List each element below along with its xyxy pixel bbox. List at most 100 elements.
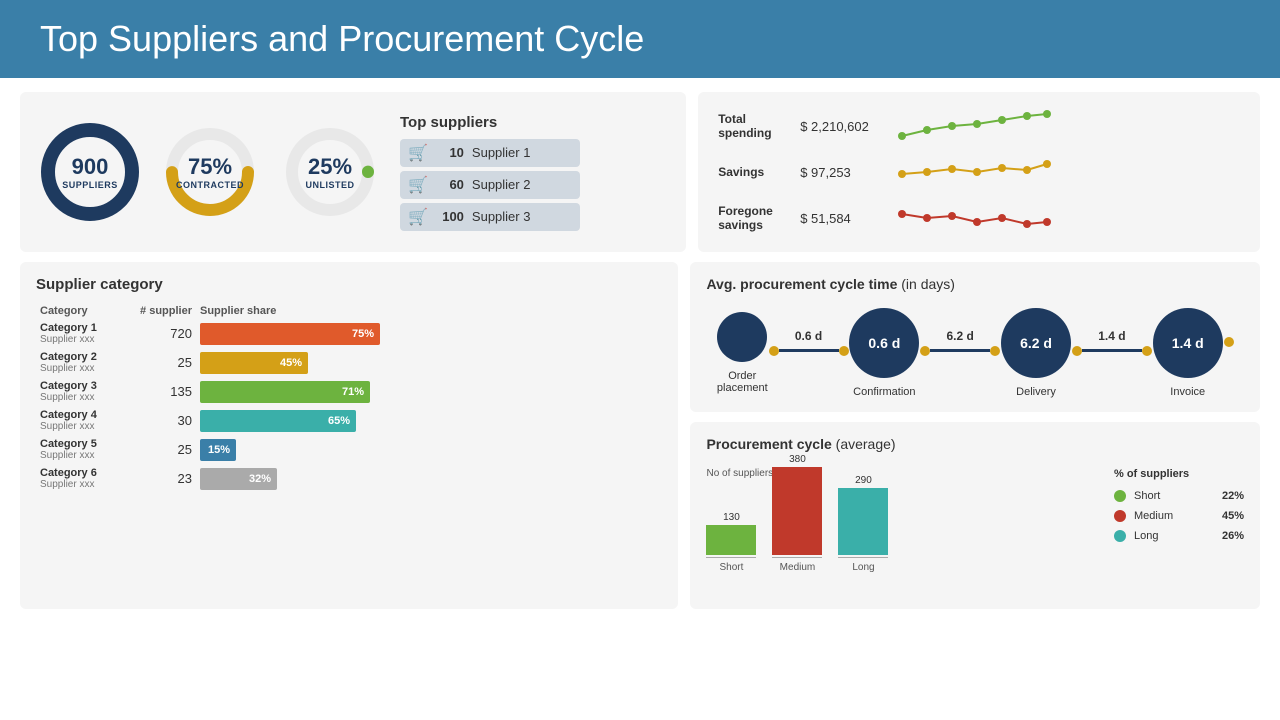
dur-3-val: 1.4 d	[1098, 329, 1125, 343]
legend-item-short: Short 22%	[1114, 490, 1244, 502]
spending-value-total: $ 2,210,602	[800, 119, 880, 134]
bar: 32%	[200, 468, 277, 490]
cat-bar-cell: 75%	[196, 319, 662, 348]
cat-sub: Supplier xxx	[40, 479, 132, 490]
spending-row-savings: Savings $ 97,253	[718, 154, 1240, 190]
cycle-step-delivery: 6.2 d Delivery	[1001, 308, 1071, 398]
cycle-node-order	[717, 312, 767, 362]
top-suppliers-title: Top suppliers	[400, 114, 580, 131]
cart-icon-2: 🛒	[408, 175, 428, 195]
connector-1: 0.6 d	[769, 329, 849, 356]
vbar-short: 130 Short	[706, 512, 756, 573]
cat-name: Category 5	[40, 438, 132, 450]
vbar-medium-axis	[772, 557, 822, 558]
spending-label-foregone: Foregonesavings	[718, 204, 788, 232]
vbar-long-bar	[838, 488, 888, 555]
vbar-long-val: 290	[855, 475, 872, 486]
vbar-long-axis	[838, 557, 888, 558]
spending-value-foregone: $ 51,584	[800, 211, 880, 226]
proc-cycle-title: Avg. procurement cycle time (in days)	[706, 276, 1244, 292]
cat-name-cell: Category 1 Supplier xxx	[36, 319, 136, 348]
cat-sub: Supplier xxx	[40, 334, 132, 345]
cat-num-cell: 25	[136, 435, 196, 464]
bottom-row: Supplier category Category # supplier Su…	[20, 262, 1260, 609]
axis-label: No of suppliers	[706, 468, 1098, 479]
proc-cycle-title-bold: Avg. procurement cycle time	[706, 276, 897, 292]
legend-title: % of suppliers	[1114, 468, 1244, 480]
category-row: Category 6 Supplier xxx 23 32%	[36, 464, 662, 493]
contracted-value: 75%	[176, 154, 244, 180]
cat-bar-cell: 65%	[196, 406, 662, 435]
legend-pct-long: 26%	[1222, 530, 1244, 542]
bar-chart-area: No of suppliers 130 Short 380	[706, 468, 1098, 595]
cart-icon-1: 🛒	[408, 143, 428, 163]
donut-contracted: 75% CONTRACTED	[160, 122, 260, 222]
cat-sub: Supplier xxx	[40, 392, 132, 403]
category-row: Category 1 Supplier xxx 720 75%	[36, 319, 662, 348]
supplier-row-1: 🛒 10 Supplier 1	[400, 139, 580, 167]
cat-name: Category 2	[40, 351, 132, 363]
bar: 71%	[200, 381, 370, 403]
col-supplier-num: # supplier	[136, 303, 196, 319]
vbar-long: 290 Long	[838, 475, 888, 573]
legend-pct-short: 22%	[1222, 490, 1244, 502]
cat-name: Category 1	[40, 322, 132, 334]
cat-name-cell: Category 3 Supplier xxx	[36, 377, 136, 406]
legend-text-short: Short	[1134, 490, 1214, 502]
cat-sub: Supplier xxx	[40, 363, 132, 374]
donut-unlisted: 25% UNLISTED	[280, 122, 380, 222]
legend-pct-medium: 45%	[1222, 510, 1244, 522]
bar-wrap: 65%	[200, 410, 658, 432]
proc-avg-content: No of suppliers 130 Short 380	[706, 468, 1244, 595]
cat-name-cell: Category 6 Supplier xxx	[36, 464, 136, 493]
supplier-num-3: 100	[436, 209, 464, 224]
spending-value-savings: $ 97,253	[800, 165, 880, 180]
dur-2-val: 6.2 d	[947, 329, 974, 343]
cycle-label-order: Orderplacement	[717, 370, 768, 394]
bar-wrap: 32%	[200, 468, 658, 490]
proc-avg-title: Procurement cycle (average)	[706, 436, 1244, 452]
top-left-card: 900 SUPPLIERS 75% CONTRACTED	[20, 92, 686, 252]
proc-cycle-title-suffix: (in days)	[901, 276, 955, 292]
col-share: Supplier share	[196, 303, 662, 319]
vbar-short-bar	[706, 525, 756, 555]
bar: 65%	[200, 410, 356, 432]
cat-name-cell: Category 5 Supplier xxx	[36, 435, 136, 464]
bar: 15%	[200, 439, 236, 461]
dur-1-val: 0.6 d	[795, 329, 822, 343]
page-header: Top Suppliers and Procurement Cycle	[0, 0, 1280, 78]
legend-text-medium: Medium	[1134, 510, 1214, 522]
contracted-label: CONTRACTED	[176, 180, 244, 190]
bar: 75%	[200, 323, 380, 345]
legend-dot-long	[1114, 530, 1126, 542]
vbar-short-axis	[706, 557, 756, 558]
cat-num-cell: 720	[136, 319, 196, 348]
cycle-diagram: Orderplacement 0.6 d 0.6 d	[706, 308, 1244, 398]
vbar-short-label: Short	[720, 562, 744, 573]
legend-text-long: Long	[1134, 530, 1214, 542]
cat-name-cell: Category 4 Supplier xxx	[36, 406, 136, 435]
cat-num-cell: 25	[136, 348, 196, 377]
cycle-node-delivery: 6.2 d	[1001, 308, 1071, 378]
supplier-row-3: 🛒 100 Supplier 3	[400, 203, 580, 231]
cat-sub: Supplier xxx	[40, 421, 132, 432]
cat-name: Category 4	[40, 409, 132, 421]
cat-bar-cell: 15%	[196, 435, 662, 464]
cat-sub: Supplier xxx	[40, 450, 132, 461]
procurement-cycle-card: Avg. procurement cycle time (in days) Or…	[690, 262, 1260, 412]
spending-label-savings: Savings	[718, 165, 788, 179]
legend-area: % of suppliers Short 22% Medium 45%	[1114, 468, 1244, 595]
top-row: 900 SUPPLIERS 75% CONTRACTED	[20, 92, 1260, 252]
page-title: Top Suppliers and Procurement Cycle	[40, 18, 1240, 60]
unlisted-label: UNLISTED	[306, 180, 355, 190]
proc-avg-title-bold: Procurement cycle	[706, 436, 831, 452]
col-category: Category	[36, 303, 136, 319]
sparkline-total	[892, 108, 1240, 144]
category-row: Category 4 Supplier xxx 30 65%	[36, 406, 662, 435]
donut-suppliers: 900 SUPPLIERS	[40, 122, 140, 222]
cycle-label-delivery: Delivery	[1016, 386, 1056, 398]
sparkline-savings	[892, 154, 1240, 190]
supplier-num-1: 10	[436, 145, 464, 160]
vbar-long-label: Long	[852, 562, 874, 573]
category-row: Category 5 Supplier xxx 25 15%	[36, 435, 662, 464]
